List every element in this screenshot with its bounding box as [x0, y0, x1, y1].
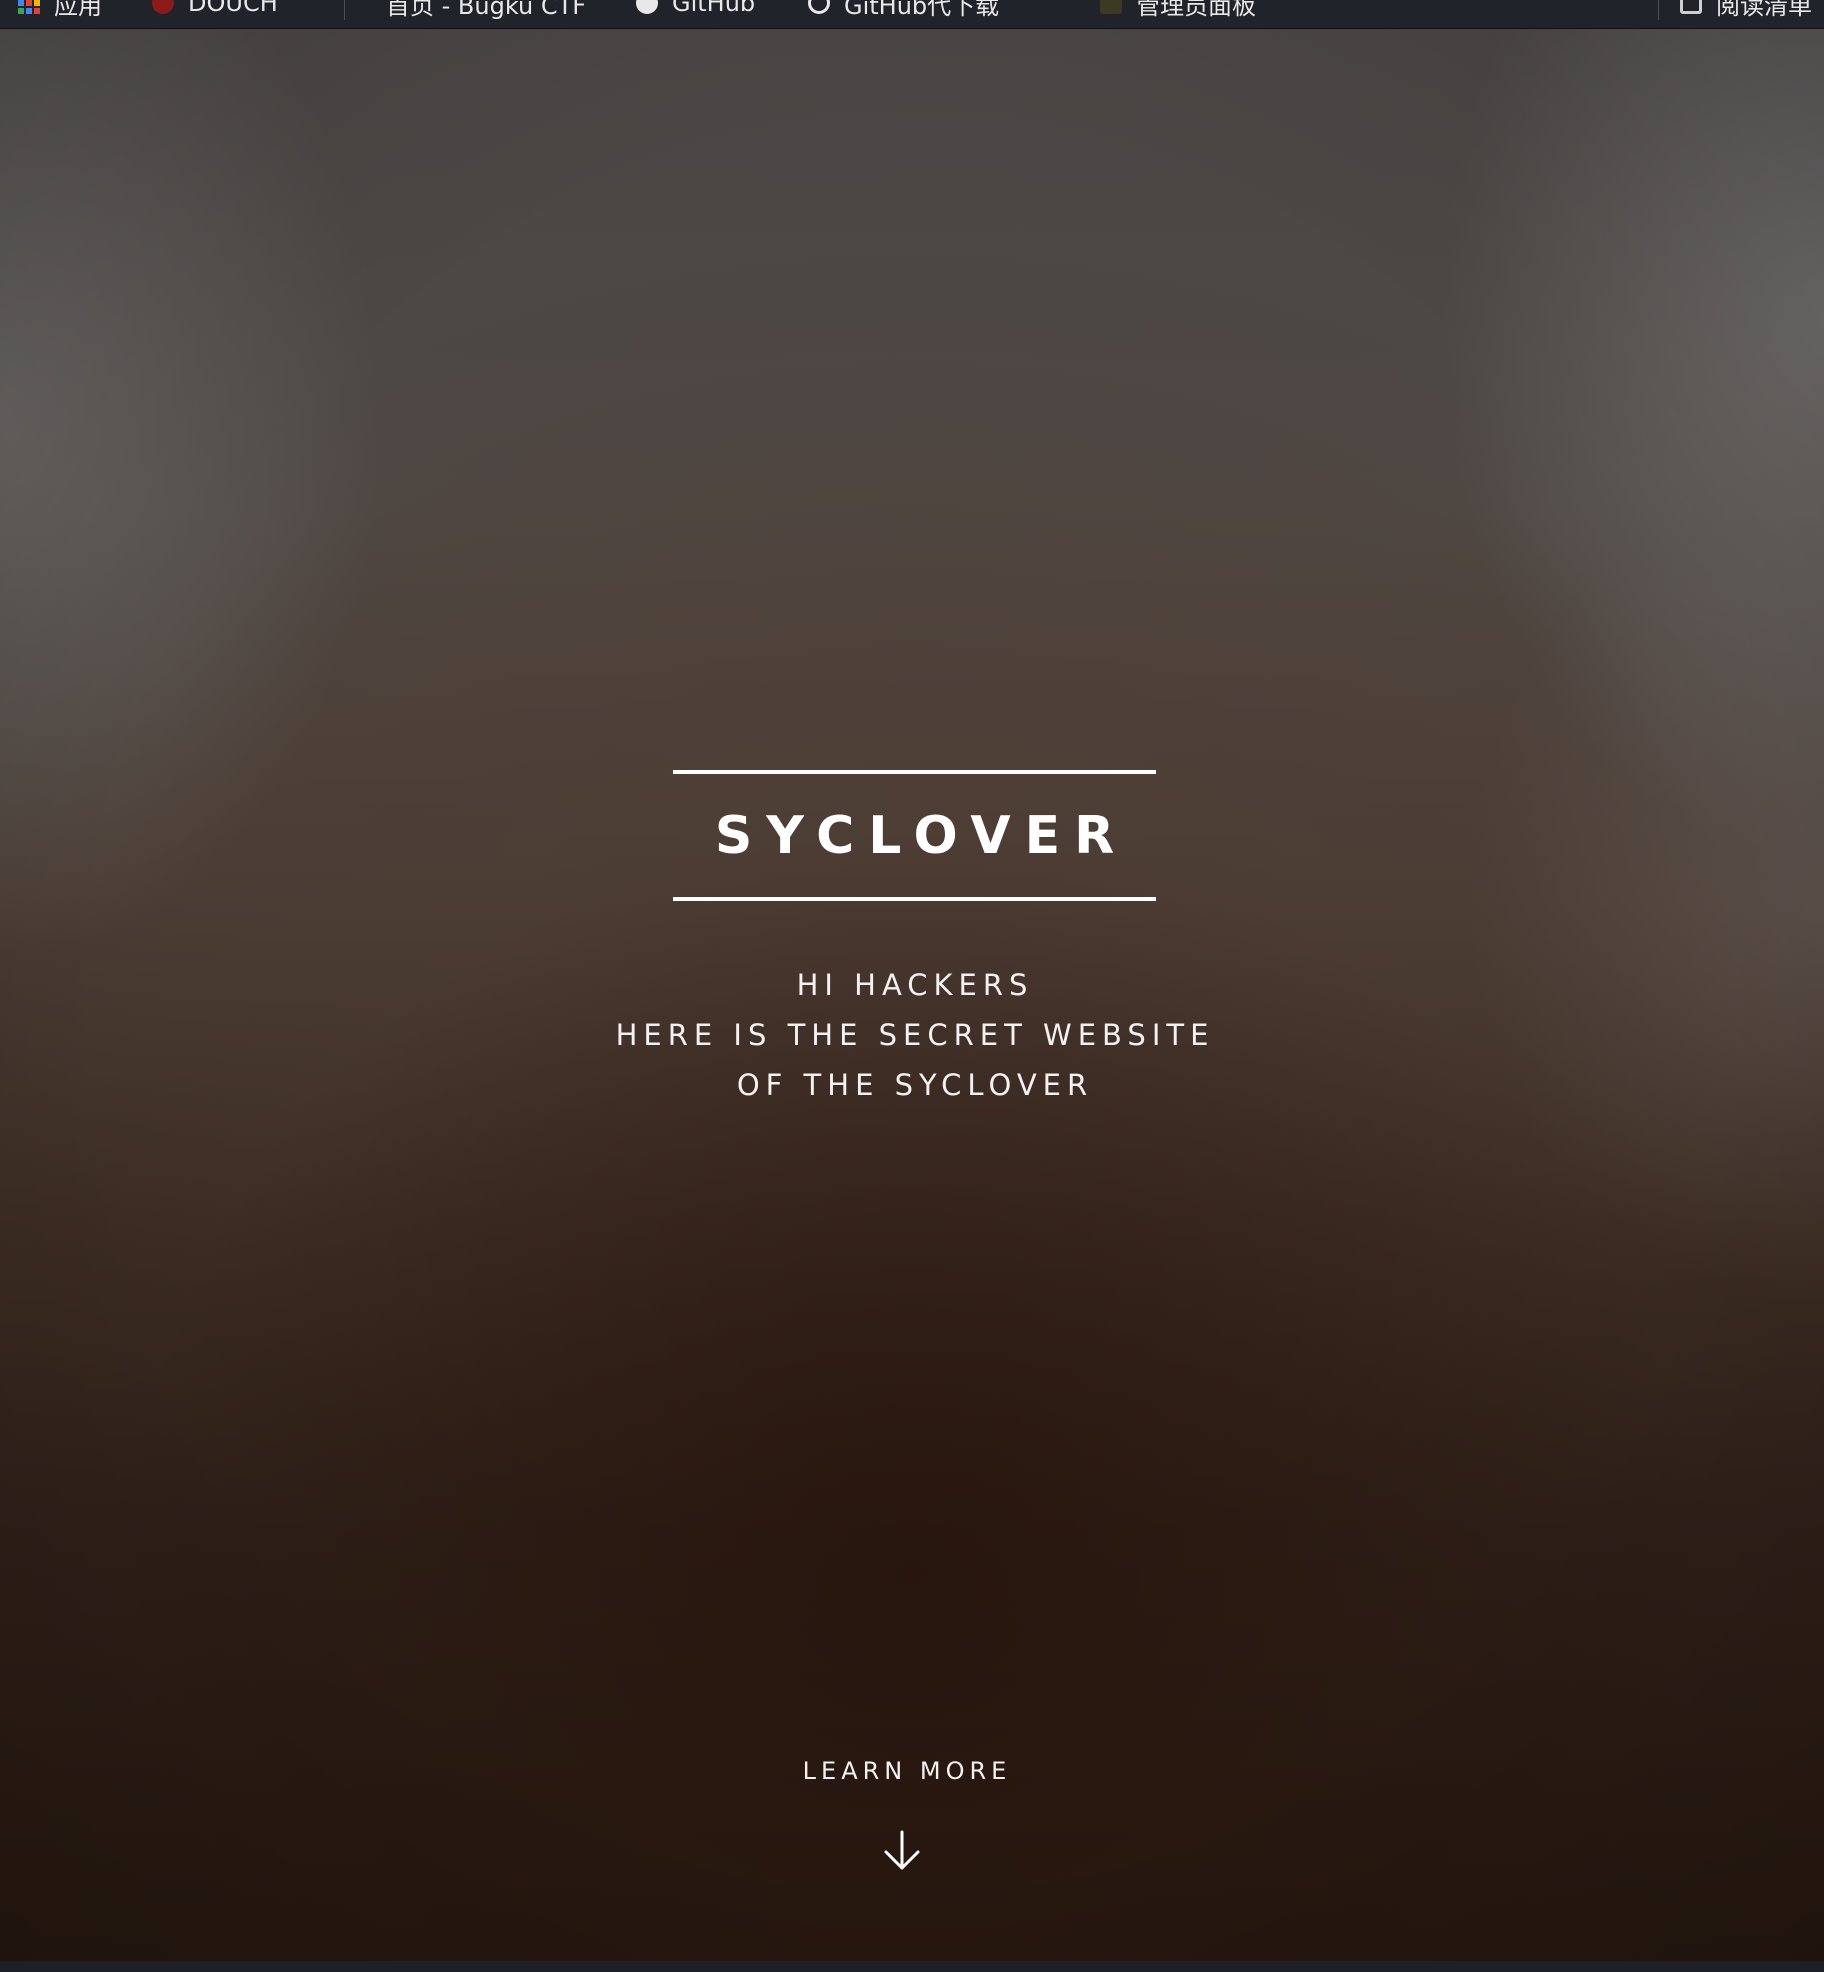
- bookmark-label: 首页 - Bugku CTF: [386, 0, 587, 20]
- bookmark-github[interactable]: GitHub: [636, 0, 755, 18]
- bookmark-label: DOUCH: [188, 0, 278, 17]
- site-title: SYCLOVER: [714, 805, 1129, 866]
- folder-icon: [1100, 0, 1122, 14]
- globe-icon: [808, 0, 830, 14]
- bookmark-github-download[interactable]: GitHub代下载: [808, 0, 1000, 20]
- tagline-line: OF THE SYCLOVER: [736, 1068, 1094, 1102]
- arrow-down-icon[interactable]: [882, 1830, 922, 1872]
- bookmark-separator: [1658, 0, 1659, 20]
- bottom-edge: [0, 1961, 1824, 1972]
- reading-list[interactable]: 阅读清单: [1680, 0, 1812, 20]
- bookmark-label: 管理员面板: [1136, 0, 1256, 20]
- tagline-line: HERE IS THE SECRET WEBSITE: [615, 1018, 1215, 1052]
- title-block: SYCLOVER: [673, 770, 1156, 901]
- bookmark-label: GitHub: [672, 0, 756, 17]
- bookmark-apps[interactable]: 应用: [18, 0, 102, 20]
- browser-window: 应用 DOUCH 首页 - Bugku CTF GitHub GitHub代下载…: [0, 0, 1824, 1972]
- red-dot-icon: [152, 0, 174, 14]
- bookmark-bugku[interactable]: 首页 - Bugku CTF: [386, 0, 587, 20]
- tagline-line: HI HACKERS: [796, 968, 1034, 1002]
- github-icon: [636, 0, 658, 14]
- reading-list-label: 阅读清单: [1716, 0, 1812, 20]
- tagline: HI HACKERS HERE IS THE SECRET WEBSITE OF…: [0, 960, 1824, 1110]
- learn-more: LEARN MORE: [0, 1757, 1824, 1785]
- bookmark-separator: [344, 0, 345, 20]
- reading-list-icon: [1680, 0, 1702, 14]
- bookmark-label: 应用: [54, 0, 102, 20]
- bookmark-douch[interactable]: DOUCH: [152, 0, 278, 18]
- bookmarks-bar: 应用 DOUCH 首页 - Bugku CTF GitHub GitHub代下载…: [0, 0, 1824, 29]
- learn-more-link[interactable]: LEARN MORE: [803, 1757, 1012, 1785]
- bookmark-label: GitHub代下载: [844, 0, 1000, 20]
- apps-icon: [18, 0, 40, 14]
- bookmark-admin-panel[interactable]: 管理员面板: [1100, 0, 1256, 20]
